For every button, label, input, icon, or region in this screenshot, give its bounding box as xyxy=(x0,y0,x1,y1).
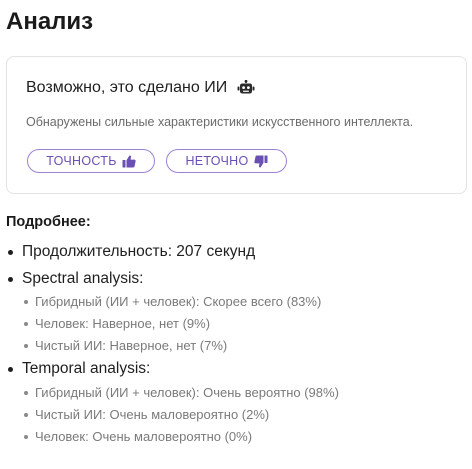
verdict-description: Обнаружены сильные характеристики искусс… xyxy=(26,115,414,129)
spectral-result-text: Гибридный (ИИ + человек): Скорее всего (… xyxy=(35,294,322,309)
sub-bullet xyxy=(24,412,28,417)
duration-text: Продолжительность: 207 секунд xyxy=(22,243,256,260)
bullet xyxy=(8,366,13,372)
inaccurate-button-label: НЕТОЧНО xyxy=(185,154,249,168)
spectral-result-pure-ai: Чистый ИИ: Наверное, нет (7%) xyxy=(24,338,227,353)
thumbs-up-icon xyxy=(122,155,136,168)
page-title: Анализ xyxy=(6,8,94,35)
details-title: Подробнее: xyxy=(6,214,91,230)
accuracy-button-label: ТОЧНОСТЬ xyxy=(46,154,117,168)
temporal-result-human: Человек: Очень маловероятно (0%) xyxy=(24,429,252,444)
sub-bullet xyxy=(24,434,28,439)
sub-bullet xyxy=(24,390,28,395)
spectral-analysis-item: Spectral analysis: xyxy=(6,270,143,288)
thumbs-down-icon xyxy=(253,155,268,168)
temporal-result-hybrid: Гибридный (ИИ + человек): Очень вероятно… xyxy=(24,385,339,400)
bullet xyxy=(8,249,13,255)
analysis-page: Анализ Возможно, это сделано ИИ Обнаруже… xyxy=(0,0,472,469)
sub-bullet xyxy=(24,343,28,348)
spectral-analysis-label: Spectral analysis: xyxy=(22,270,144,287)
sub-bullet xyxy=(24,321,28,326)
duration-item: Продолжительность: 207 секунд xyxy=(6,243,255,261)
verdict-card: Возможно, это сделано ИИ Обнаружены силь… xyxy=(6,56,467,194)
spectral-result-text: Чистый ИИ: Наверное, нет (7%) xyxy=(35,338,228,353)
spectral-result-text: Человек: Наверное, нет (9%) xyxy=(35,316,211,331)
temporal-result-text: Гибридный (ИИ + человек): Очень вероятно… xyxy=(35,385,339,400)
robot-icon xyxy=(237,80,255,96)
inaccurate-button[interactable]: НЕТОЧНО xyxy=(166,149,287,173)
temporal-result-text: Человек: Очень маловероятно (0%) xyxy=(35,429,253,444)
temporal-result-text: Чистый ИИ: Очень маловероятно (2%) xyxy=(35,407,270,422)
temporal-analysis-item: Temporal analysis: xyxy=(6,360,150,378)
verdict-row: Возможно, это сделано ИИ xyxy=(26,79,255,97)
accuracy-button[interactable]: ТОЧНОСТЬ xyxy=(27,149,155,173)
spectral-result-human: Человек: Наверное, нет (9%) xyxy=(24,316,210,331)
temporal-result-pure-ai: Чистый ИИ: Очень маловероятно (2%) xyxy=(24,407,269,422)
sub-bullet xyxy=(24,299,28,304)
spectral-result-hybrid: Гибридный (ИИ + человек): Скорее всего (… xyxy=(24,294,321,309)
bullet xyxy=(8,276,13,282)
temporal-analysis-label: Temporal analysis: xyxy=(22,360,151,377)
verdict-headline: Возможно, это сделано ИИ xyxy=(26,79,228,96)
